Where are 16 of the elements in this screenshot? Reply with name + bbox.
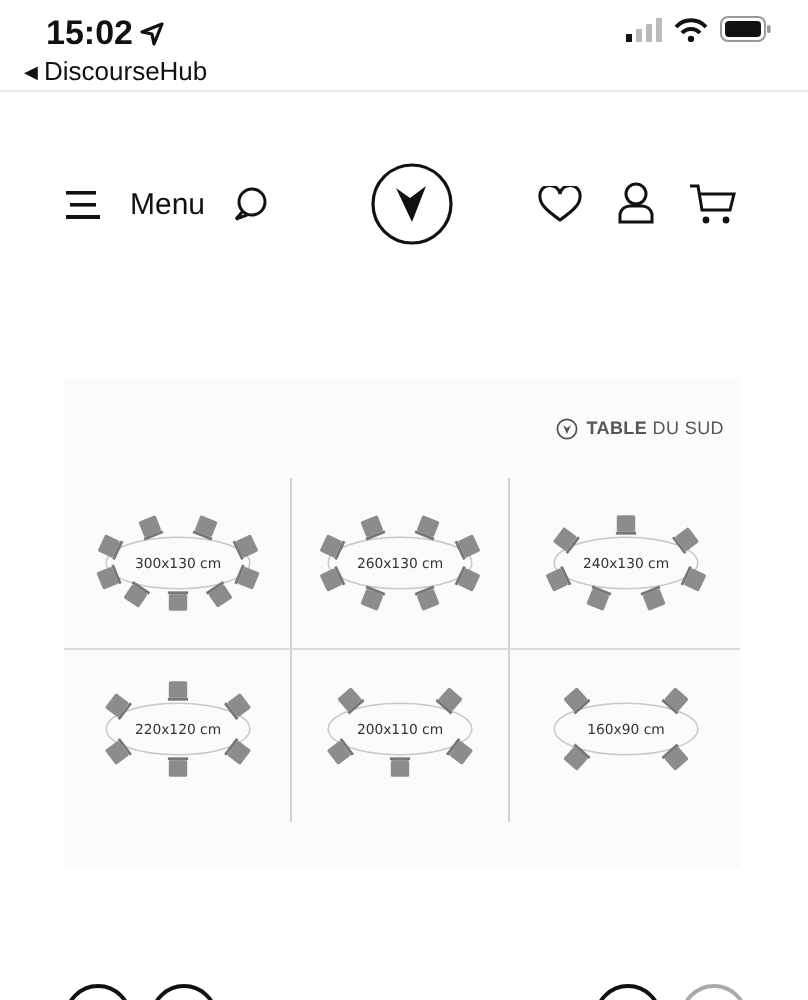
menu-icon[interactable] bbox=[66, 189, 100, 219]
brand-name: TABLE DU SUD bbox=[586, 418, 724, 438]
signal-icon bbox=[626, 17, 662, 41]
status-time: 15:02 bbox=[46, 14, 133, 54]
arrowhead-logo[interactable] bbox=[370, 162, 455, 246]
cart-icon[interactable] bbox=[690, 183, 736, 225]
wifi-icon bbox=[674, 17, 708, 41]
back-app-link[interactable]: DiscourseHub bbox=[44, 56, 208, 86]
location-arrow-icon bbox=[140, 22, 165, 46]
heart-icon[interactable] bbox=[538, 185, 582, 223]
user-icon[interactable] bbox=[616, 182, 656, 226]
menu-label[interactable]: Menu bbox=[130, 187, 206, 221]
back-arrow[interactable]: ◀ bbox=[24, 61, 38, 81]
brand-logo-icon bbox=[556, 417, 579, 439]
chat-bubble-icon[interactable] bbox=[231, 186, 268, 222]
battery-icon bbox=[720, 16, 772, 42]
